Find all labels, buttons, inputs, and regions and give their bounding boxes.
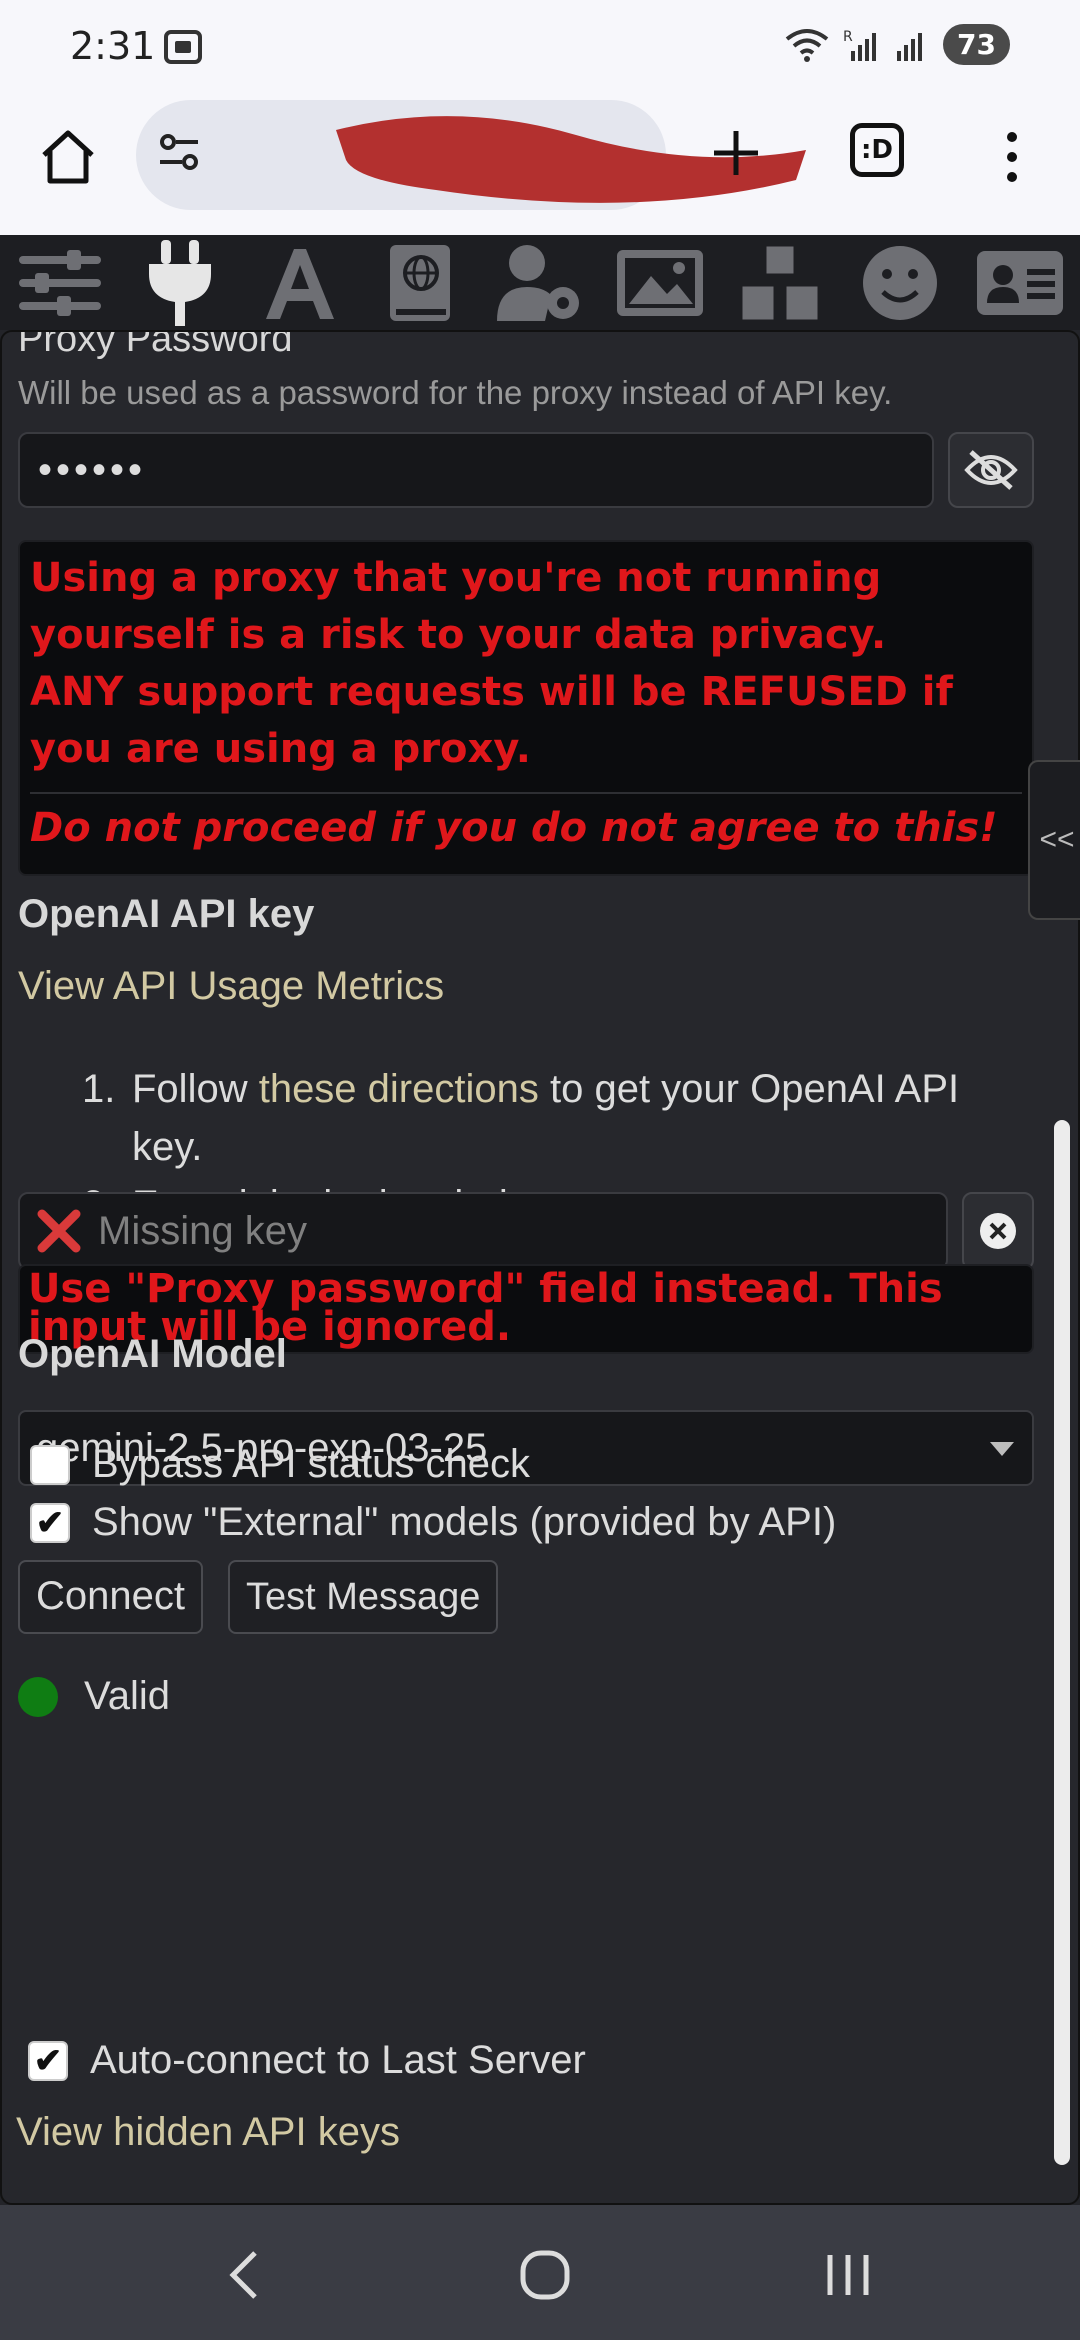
smiley-icon[interactable] — [855, 238, 945, 328]
browser-toolbar: :D — [0, 95, 1080, 235]
proxy-password-title: Proxy Password — [18, 330, 293, 360]
image-icon[interactable] — [615, 238, 705, 328]
auto-connect-checkbox[interactable]: ✔ — [28, 2040, 68, 2081]
wifi-icon — [785, 28, 829, 62]
svg-text:R: R — [843, 29, 853, 45]
cubes-icon[interactable] — [735, 238, 825, 328]
home-circle-icon — [520, 2250, 570, 2300]
status-dot-icon — [18, 1676, 58, 1717]
bypass-status-label: Bypass API status check — [92, 1442, 530, 1486]
api-usage-metrics-link[interactable]: View API Usage Metrics — [18, 964, 444, 1009]
api-key-title: OpenAI API key — [18, 892, 315, 936]
app-toolbar — [0, 235, 1080, 330]
recents-icon — [827, 2255, 869, 2295]
status-indicators: R 73 — [785, 24, 1010, 65]
api-key-input[interactable]: Missing key — [18, 1192, 948, 1270]
status-label: Valid — [84, 1674, 170, 1718]
panel-scrollbar[interactable] — [1054, 1120, 1070, 2165]
proxy-warning-line1: Using a proxy that you're not running yo… — [30, 555, 887, 658]
toggle-password-visibility-button[interactable] — [948, 432, 1034, 508]
font-icon[interactable] — [255, 238, 345, 328]
connect-button[interactable]: Connect — [18, 1560, 203, 1634]
model-title: OpenAI Model — [18, 1332, 287, 1376]
external-models-row[interactable]: ✔ Show "External" models (provided by AP… — [30, 1500, 836, 1545]
connection-status: Valid — [18, 1674, 170, 1719]
directions-link[interactable]: these directions — [259, 1067, 539, 1111]
home-icon — [42, 130, 94, 184]
signal-r-icon: R — [843, 29, 877, 61]
dropdown-caret-icon — [990, 1442, 1014, 1456]
site-settings-icon[interactable] — [156, 130, 202, 181]
proxy-password-input[interactable]: •••••• — [18, 432, 934, 508]
back-chevron-icon — [229, 2251, 257, 2299]
battery-indicator: 73 — [943, 24, 1010, 65]
proxy-warning-line2: ANY support requests will be REFUSED if … — [30, 669, 953, 772]
plug-icon[interactable] — [135, 238, 225, 328]
api-key-placeholder: Missing key — [98, 1208, 307, 1253]
more-vert-icon — [1007, 132, 1017, 182]
screen-cast-icon — [162, 26, 204, 73]
bypass-status-checkbox[interactable] — [30, 1444, 70, 1485]
test-message-button[interactable]: Test Message — [228, 1560, 499, 1634]
external-models-label: Show "External" models (provided by API) — [92, 1500, 837, 1544]
bypass-status-check-row[interactable]: Bypass API status check — [30, 1442, 530, 1487]
user-gear-icon[interactable] — [495, 238, 585, 328]
external-models-checkbox[interactable]: ✔ — [30, 1502, 70, 1543]
plus-icon — [714, 131, 758, 175]
instruction-step-1: 1. Follow these directions to get your O… — [82, 1067, 960, 1169]
warning-divider — [30, 792, 1022, 794]
proxy-warning-italic: Do not proceed if you do not agree to th… — [30, 805, 998, 851]
signal-icon — [897, 32, 923, 61]
drawer-collapse-tab[interactable]: << — [1028, 760, 1080, 920]
sliders-icon[interactable] — [15, 238, 105, 328]
address-bar[interactable] — [136, 100, 806, 210]
new-tab-button[interactable] — [708, 125, 764, 181]
clear-api-key-button[interactable] — [962, 1192, 1034, 1270]
recents-button[interactable] — [818, 2245, 878, 2305]
api-connections-panel: Proxy Password Will be used as a passwor… — [0, 330, 1080, 2205]
id-card-icon[interactable] — [975, 238, 1065, 328]
clear-circle-icon — [980, 1213, 1016, 1249]
home-button[interactable] — [38, 127, 98, 187]
proxy-warning-box: Using a proxy that you're not running yo… — [18, 540, 1034, 876]
auto-connect-checkbox-row[interactable]: ✔ Auto-connect to Last Server — [28, 2038, 586, 2083]
view-hidden-api-keys-link[interactable]: View hidden API keys — [16, 2110, 400, 2155]
status-bar: 2:31 R 73 — [0, 0, 1080, 95]
back-button[interactable] — [215, 2245, 275, 2305]
proxy-password-hint: Will be used as a password for the proxy… — [18, 374, 893, 411]
cross-mark-icon — [37, 1209, 81, 1253]
eye-slash-icon — [964, 450, 1018, 490]
auto-connect-label: Auto-connect to Last Server — [90, 2038, 586, 2082]
book-globe-icon[interactable] — [375, 238, 465, 328]
system-nav-bar — [0, 2205, 1080, 2340]
tab-switcher-button[interactable]: :D — [850, 123, 904, 177]
status-time: 2:31 — [70, 24, 156, 68]
home-nav-button[interactable] — [515, 2245, 575, 2305]
overflow-menu-button[interactable] — [1000, 127, 1024, 187]
